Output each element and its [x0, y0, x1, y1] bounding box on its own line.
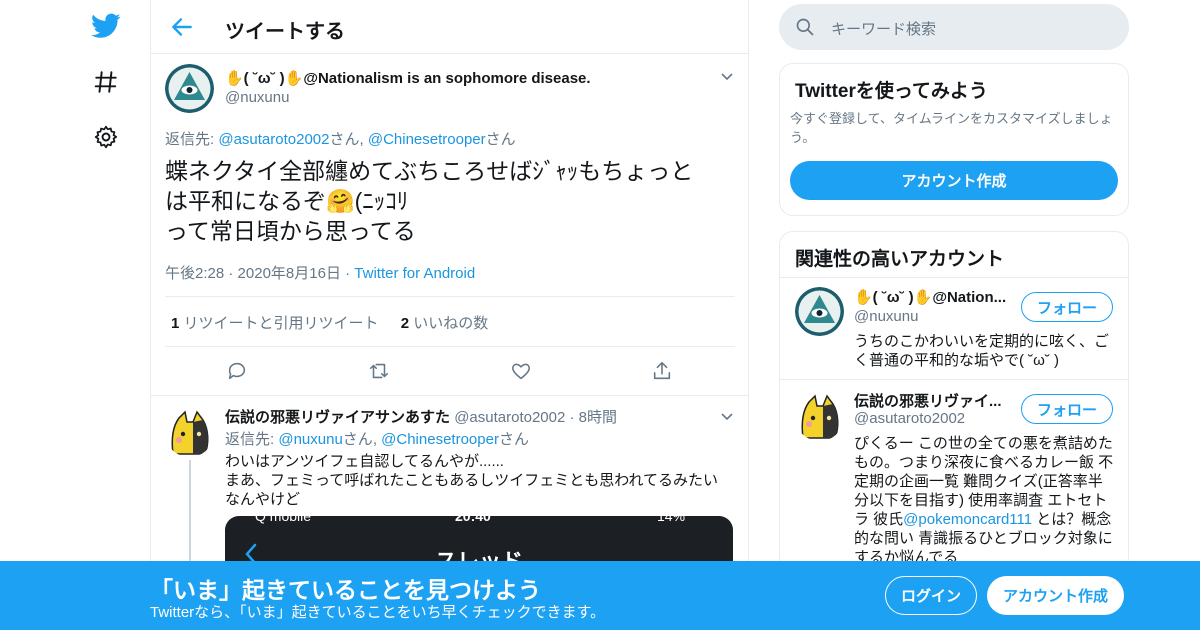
settings-gear-icon[interactable] [90, 121, 122, 153]
reply-time[interactable]: 8時間 [579, 409, 617, 426]
avatar[interactable] [795, 392, 844, 441]
retweets-stat[interactable]: 1 リツイートと引用リツイート [171, 315, 379, 332]
main-column: ツイートする ✋( ˘ω˘ )✋@Nationalism is an sopho… [150, 0, 749, 630]
likes-label: いいねの数 [413, 315, 489, 332]
back-arrow-icon[interactable] [169, 14, 195, 40]
search-input[interactable]: キーワード検索 [831, 18, 936, 39]
twitter-logo-icon[interactable] [90, 10, 122, 42]
reply-san: さん [498, 431, 529, 448]
banner-title: 「いま」起きていることを見つけよう [150, 577, 541, 603]
tweet-author-name[interactable]: ✋( ˘ω˘ )✋@Nationalism is an sophomore di… [225, 69, 591, 87]
tweet-text: 蝶ネクタイ全部纏めてぶちころせばｼﾞｬｯもちょっと は平和になるぞ🤗(ﾆｯｺﾘ … [165, 158, 694, 244]
signup-button[interactable]: アカウント作成 [987, 576, 1124, 615]
related-account-name[interactable]: ✋( ˘ω˘ )✋@Nation... [854, 288, 1014, 306]
page-title: ツイートする [225, 21, 345, 43]
tweet-author-handle[interactable]: @nuxunu [225, 89, 289, 106]
reply-to-line: 返信先: @nuxunuさん, @Chinesetrooperさん [225, 431, 529, 448]
login-button[interactable]: ログイン [885, 576, 977, 615]
signup-banner: 「いま」起きていることを見つけよう Twitterなら、「いま」起きていることを… [0, 561, 1200, 630]
reply-text: わいはアンツイフェ自認してるんやが...... まあ、フェミって呼ばれたこともあ… [225, 453, 719, 508]
main-header: ツイートする [151, 0, 748, 54]
signup-card-title: Twitterを使ってみよう [795, 81, 988, 102]
dot-separator: · [569, 409, 575, 426]
divider [151, 395, 748, 396]
author-emoji: ✋( ˘ω˘ )✋ [225, 70, 304, 87]
related-accounts-card: 関連性の高いアカウント ✋( ˘ω˘ )✋@Nation... @nuxunu … [779, 231, 1129, 571]
follow-button[interactable]: フォロー [1021, 292, 1113, 322]
related-account-handle[interactable]: @asutaroto2002 [854, 410, 965, 427]
search-icon [795, 17, 815, 42]
banner-subtitle: Twitterなら、「いま」起きていることをいち早くチェックできます。 [150, 604, 606, 621]
avatar[interactable] [165, 408, 214, 457]
follow-button[interactable]: フォロー [1021, 394, 1113, 424]
likes-stat[interactable]: 2 いいねの数 [401, 315, 489, 332]
tweet-source-link[interactable]: Twitter for Android [354, 265, 475, 282]
chevron-down-icon[interactable] [719, 68, 735, 84]
reply-author-name[interactable]: 伝説の邪悪リヴァイアサンあすた [225, 409, 450, 426]
divider [165, 346, 735, 347]
like-heart-icon[interactable] [510, 360, 532, 382]
reply-prefix: 返信先: [225, 431, 279, 448]
reply-icon[interactable] [226, 360, 248, 382]
reply-user-link[interactable]: @asutaroto2002 [218, 131, 329, 148]
reply-author-handle[interactable]: @asutaroto2002 [454, 409, 565, 426]
retweets-count: 1 [171, 315, 180, 332]
explore-hashtag-icon[interactable] [90, 66, 122, 98]
reply-user-link[interactable]: @Chinesetrooper [368, 131, 486, 148]
divider [165, 296, 735, 297]
embed-time: 20:40 [455, 516, 491, 524]
tweet-meta: 午後2:28 · 2020年8月16日 · Twitter for Androi… [165, 265, 476, 282]
embed-status: Q mobile [255, 516, 312, 524]
avatar[interactable] [795, 287, 844, 336]
reply-user-link[interactable]: @nuxunu [278, 431, 342, 448]
likes-count: 2 [400, 315, 410, 332]
bio-mention-link[interactable]: @pokemoncard111 [903, 511, 1032, 528]
divider [780, 379, 1128, 380]
reply-user-link[interactable]: @Chinesetrooper [381, 431, 499, 448]
signup-card: Twitterを使ってみよう 今すぐ登録して、タイムラインをカスタマイズしましょ… [779, 63, 1129, 216]
related-account-handle[interactable]: @nuxunu [854, 308, 918, 325]
reply-san: さん [342, 431, 373, 448]
reply-san: さん [485, 131, 516, 148]
reply-to-line: 返信先: @asutaroto2002さん, @Chinesetrooperさん [165, 131, 516, 148]
related-title: 関連性の高いアカウント [795, 249, 1005, 270]
search-box[interactable]: キーワード検索 [779, 4, 1129, 50]
create-account-button[interactable]: アカウント作成 [790, 161, 1118, 200]
tweet-stats: 1 リツイートと引用リツイート 2 いいねの数 [171, 312, 488, 333]
tweet-date[interactable]: 2020年8月16日 [238, 265, 341, 282]
divider [780, 277, 1128, 278]
chevron-down-icon[interactable] [719, 408, 735, 424]
avatar[interactable] [165, 64, 214, 113]
related-account-bio: ぴくるー この世の全ての悪を煮詰めたもの。つまり深夜に食べるカレー飯 不定期の企… [854, 434, 1116, 567]
reply-author-line: 伝説の邪悪リヴァイアサンあすた @asutaroto2002 · 8時間 [225, 406, 617, 427]
reply-prefix: 返信先: [165, 131, 219, 148]
related-account-name[interactable]: 伝説の邪悪リヴァイ... [854, 390, 1014, 411]
author-name-text: @Nationalism is an sophomore disease. [303, 70, 591, 87]
reply-san: さん [329, 131, 360, 148]
related-account-bio: うちのこかわいいを定期的に呟く、ごく普通の平和的な垢やで( ˘ω˘ ) [854, 333, 1110, 369]
retweet-icon[interactable] [368, 360, 390, 382]
retweets-label: リツイートと引用リツイート [183, 315, 379, 332]
embed-battery: 14% [657, 516, 686, 524]
signup-card-desc: 今すぐ登録して、タイムラインをカスタマイズしましょう。 [790, 111, 1113, 145]
share-icon[interactable] [651, 360, 673, 382]
tweet-time[interactable]: 午後2:28 [165, 265, 224, 282]
